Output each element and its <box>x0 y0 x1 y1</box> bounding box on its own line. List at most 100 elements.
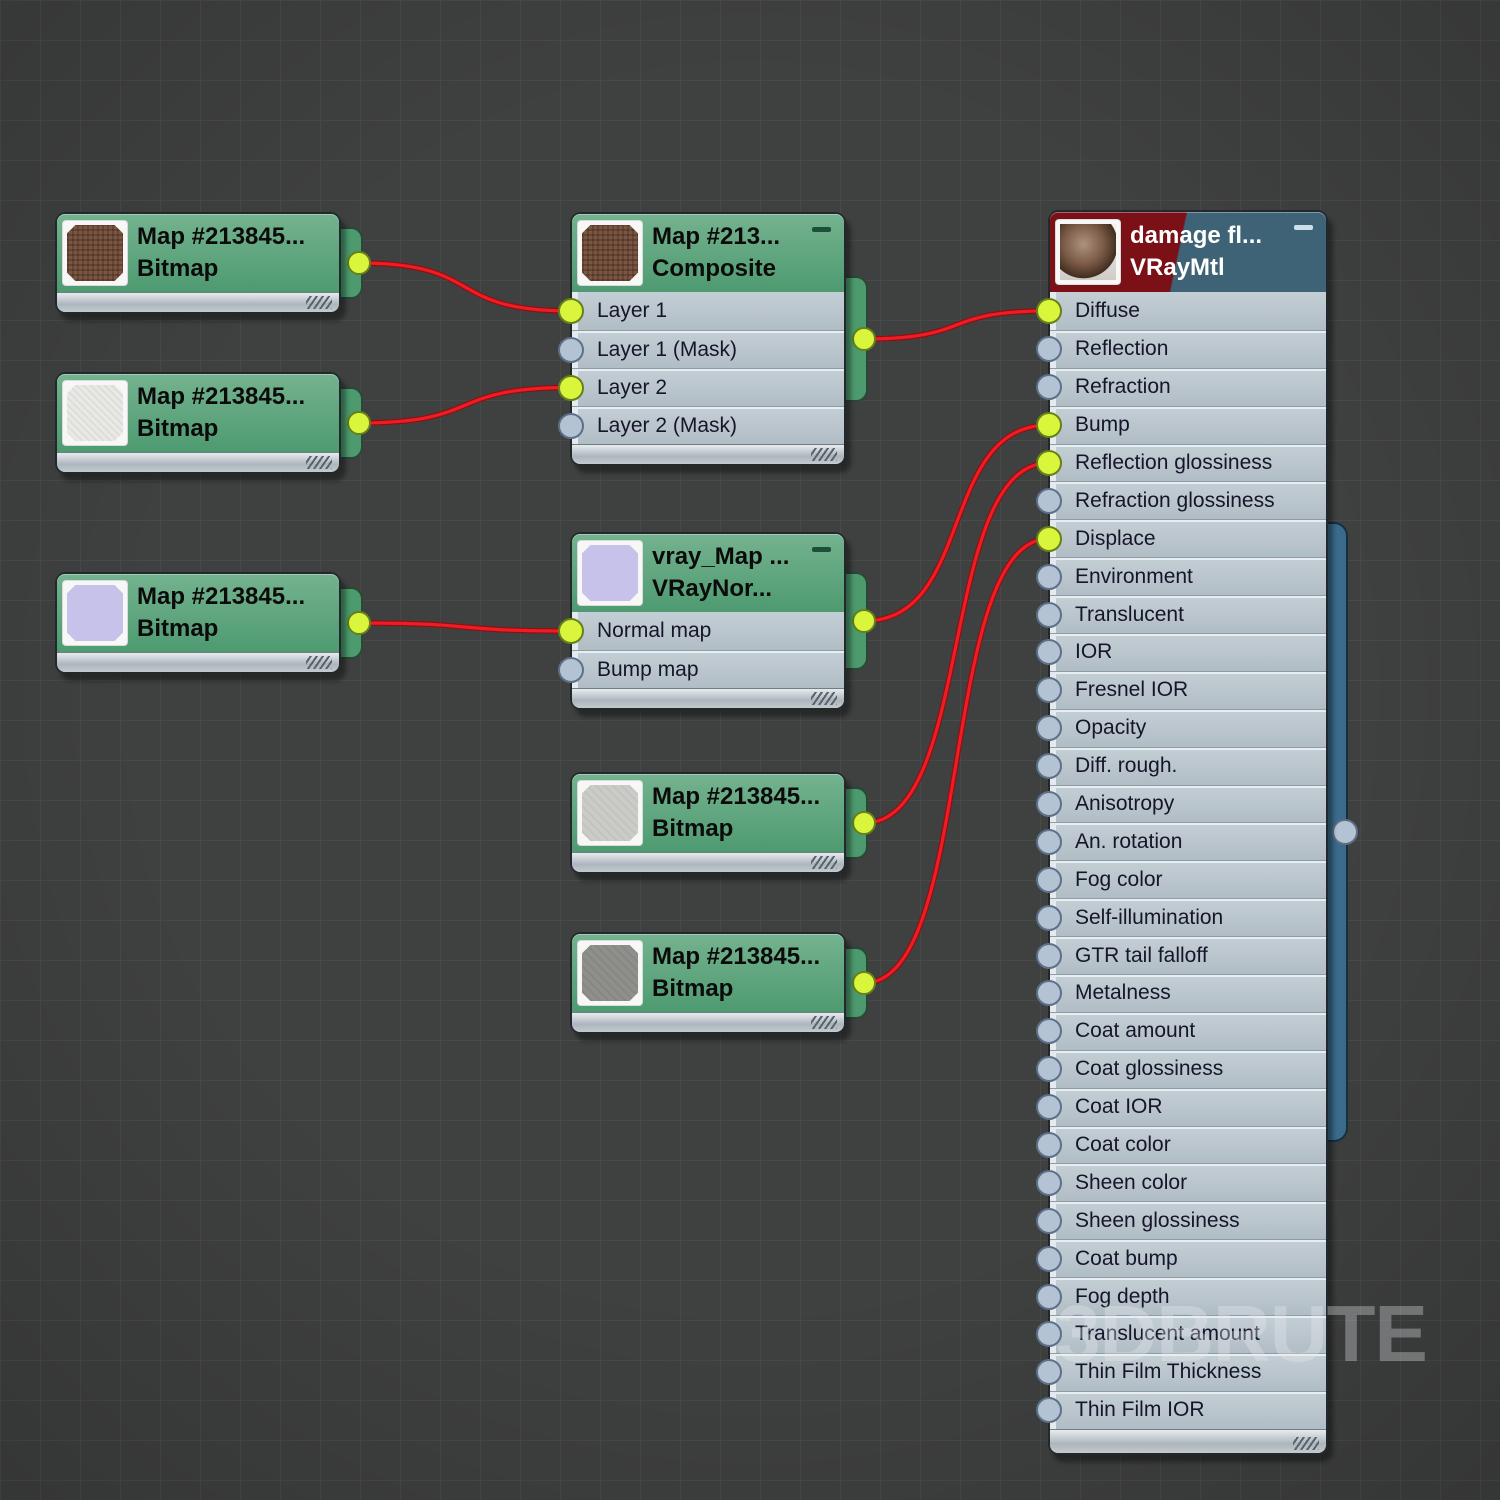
resize-grip[interactable] <box>306 456 332 469</box>
slot-diff-rough[interactable]: Diff. rough. <box>1036 746 1326 785</box>
input-port[interactable] <box>558 656 584 683</box>
slot-metalness[interactable]: Metalness <box>1036 974 1326 1012</box>
input-port[interactable] <box>1036 525 1062 552</box>
input-port[interactable] <box>1036 1056 1062 1083</box>
output-port[interactable] <box>347 411 371 435</box>
slot-sheen-color[interactable]: Sheen color <box>1036 1163 1326 1202</box>
input-port[interactable] <box>1036 942 1062 969</box>
resize-grip[interactable] <box>306 656 332 669</box>
node-thumbnail[interactable] <box>578 781 642 845</box>
input-port[interactable] <box>1036 1018 1062 1045</box>
input-port[interactable] <box>1036 715 1062 742</box>
input-port[interactable] <box>1036 1397 1062 1424</box>
slot-ior[interactable]: IOR <box>1036 633 1326 671</box>
node-thumbnail[interactable] <box>63 581 127 645</box>
slot-coat-amount[interactable]: Coat amount <box>1036 1011 1326 1050</box>
input-port[interactable] <box>1036 1132 1062 1159</box>
input-port[interactable] <box>1036 1359 1062 1386</box>
input-port[interactable] <box>1036 1169 1062 1196</box>
node-header[interactable]: Map #213845... Bitmap <box>572 774 844 852</box>
slot-layer-1[interactable]: Layer 1 <box>558 292 844 330</box>
slot-fresnel-ior[interactable]: Fresnel IOR <box>1036 670 1326 709</box>
input-port[interactable] <box>1036 1321 1062 1348</box>
slot-translucent[interactable]: Translucent <box>1036 595 1326 634</box>
input-port[interactable] <box>558 412 584 439</box>
input-port[interactable] <box>1036 1283 1062 1310</box>
node-thumbnail[interactable] <box>1056 220 1120 284</box>
resize-grip[interactable] <box>306 296 332 309</box>
input-port[interactable] <box>1036 601 1062 628</box>
node-vraynormal[interactable]: vray_Map ... VRayNor... Normal map Bump … <box>558 532 876 710</box>
input-port[interactable] <box>1036 753 1062 780</box>
slot-fog-depth[interactable]: Fog depth <box>1036 1277 1326 1316</box>
node-bitmap-1[interactable]: Map #213845... Bitmap <box>55 212 371 314</box>
node-bitmap-3[interactable]: Map #213845... Bitmap <box>55 572 371 674</box>
output-port[interactable] <box>347 611 371 635</box>
slot-coat-glossiness[interactable]: Coat glossiness <box>1036 1049 1326 1088</box>
slot-refraction[interactable]: Refraction <box>1036 367 1326 406</box>
slot-diffuse[interactable]: Diffuse <box>1036 292 1326 330</box>
slot-reflection-glossiness[interactable]: Reflection glossiness <box>1036 443 1326 482</box>
node-header[interactable]: Map #213845... Bitmap <box>57 214 339 292</box>
input-port[interactable] <box>558 298 584 324</box>
slot-normal-map[interactable]: Normal map <box>558 612 844 650</box>
input-port[interactable] <box>1036 866 1062 893</box>
slot-displace[interactable]: Displace <box>1036 519 1326 558</box>
slot-coat-ior[interactable]: Coat IOR <box>1036 1087 1326 1126</box>
input-port[interactable] <box>1036 1245 1062 1272</box>
input-port[interactable] <box>558 618 584 644</box>
node-thumbnail[interactable] <box>63 381 127 445</box>
input-port[interactable] <box>558 336 584 363</box>
node-header[interactable]: Map #213845... Bitmap <box>572 934 844 1012</box>
input-port[interactable] <box>1036 487 1062 514</box>
slot-translucent-amount[interactable]: Translucent amount <box>1036 1315 1326 1353</box>
node-bitmap-5[interactable]: Map #213845... Bitmap <box>570 932 876 1034</box>
node-vraymtl[interactable]: damage fl... VRayMtl Diffuse Reflection … <box>1036 210 1358 1455</box>
input-port[interactable] <box>1036 791 1062 818</box>
slot-coat-color[interactable]: Coat color <box>1036 1125 1326 1164</box>
input-port[interactable] <box>1036 450 1062 476</box>
slot-layer-2-mask[interactable]: Layer 2 (Mask) <box>558 406 844 444</box>
input-port[interactable] <box>1036 563 1062 590</box>
output-port[interactable] <box>852 327 876 351</box>
node-composite[interactable]: Map #213... Composite Layer 1 Layer 1 (M… <box>558 212 876 466</box>
slot-self-illumination[interactable]: Self-illumination <box>1036 898 1326 937</box>
input-port[interactable] <box>1036 1207 1062 1234</box>
slot-thin-film-thickness[interactable]: Thin Film Thickness <box>1036 1352 1326 1391</box>
slot-sheen-glossiness[interactable]: Sheen glossiness <box>1036 1201 1326 1240</box>
node-bitmap-4[interactable]: Map #213845... Bitmap <box>570 772 876 874</box>
slot-layer-1-mask[interactable]: Layer 1 (Mask) <box>558 330 844 368</box>
node-header[interactable]: Map #213845... Bitmap <box>57 574 339 652</box>
slot-gtr-tail-falloff[interactable]: GTR tail falloff <box>1036 936 1326 975</box>
slot-fog-color[interactable]: Fog color <box>1036 860 1326 899</box>
minimize-icon[interactable] <box>1294 225 1313 230</box>
input-port[interactable] <box>1036 374 1062 401</box>
slot-coat-bump[interactable]: Coat bump <box>1036 1239 1326 1278</box>
input-port[interactable] <box>1036 412 1062 439</box>
input-port[interactable] <box>1036 639 1062 666</box>
output-port[interactable] <box>852 609 876 633</box>
node-thumbnail[interactable] <box>578 221 642 285</box>
node-editor-canvas[interactable]: Map #213845... Bitmap Map #213845... Bit… <box>0 0 1500 1500</box>
node-thumbnail[interactable] <box>578 941 642 1005</box>
slot-an-rotation[interactable]: An. rotation <box>1036 822 1326 861</box>
minimize-icon[interactable] <box>812 227 831 232</box>
output-port[interactable] <box>852 971 876 995</box>
node-header[interactable]: Map #213... Composite <box>572 214 844 292</box>
node-bitmap-2[interactable]: Map #213845... Bitmap <box>55 372 371 474</box>
input-port[interactable] <box>1036 1094 1062 1121</box>
node-thumbnail[interactable] <box>578 541 642 605</box>
node-header[interactable]: vray_Map ... VRayNor... <box>572 534 844 612</box>
slot-environment[interactable]: Environment <box>1036 557 1326 596</box>
minimize-icon[interactable] <box>812 547 831 552</box>
slot-opacity[interactable]: Opacity <box>1036 708 1326 747</box>
material-output-port[interactable] <box>1332 819 1358 846</box>
resize-grip[interactable] <box>811 692 837 705</box>
node-header[interactable]: damage fl... VRayMtl <box>1050 212 1326 292</box>
input-port[interactable] <box>1036 980 1062 1007</box>
slot-bump[interactable]: Bump <box>1036 405 1326 444</box>
resize-grip[interactable] <box>811 448 837 461</box>
output-port[interactable] <box>347 251 371 275</box>
resize-grip[interactable] <box>811 856 837 869</box>
input-port[interactable] <box>1036 297 1062 324</box>
